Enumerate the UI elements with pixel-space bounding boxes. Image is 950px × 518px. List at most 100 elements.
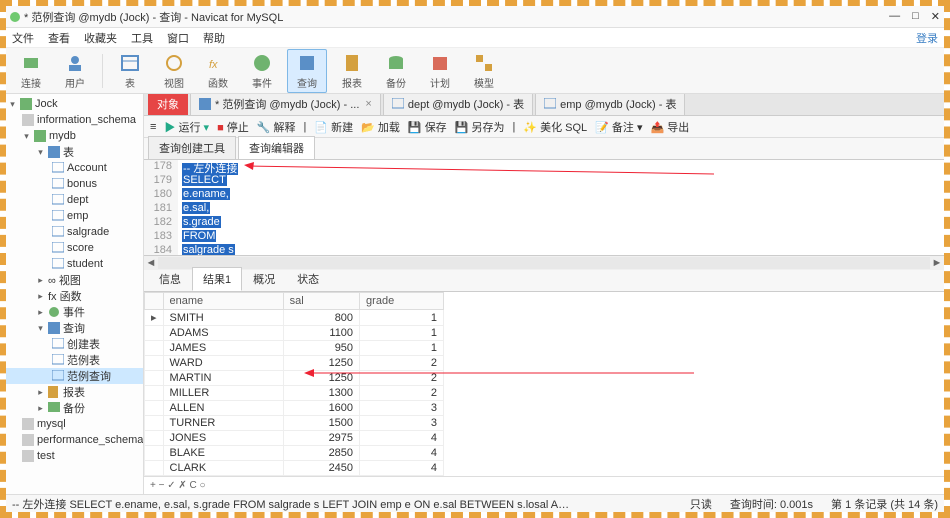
explain-button[interactable]: 🔧 解释: [257, 119, 296, 135]
query-item-icon: [52, 354, 64, 366]
col-ename[interactable]: ename: [163, 293, 283, 310]
tree-table[interactable]: bonus: [67, 178, 97, 190]
subtab-builder[interactable]: 查询创建工具: [148, 136, 236, 159]
query-icon: [199, 98, 211, 110]
sql-editor[interactable]: 178-- 左外连接179SELECT180 e.ename,181 e.sal…: [144, 160, 944, 256]
tree-server[interactable]: Jock: [35, 98, 58, 110]
table-row[interactable]: MILLER13002: [145, 386, 444, 401]
load-button[interactable]: 📂 加载: [361, 119, 400, 135]
table-icon: [392, 98, 404, 110]
tree-events[interactable]: 事件: [63, 304, 85, 320]
tree-db-perf[interactable]: performance_schema: [37, 434, 143, 446]
login-link[interactable]: 登录: [916, 30, 938, 46]
tree-table[interactable]: dept: [67, 194, 88, 206]
export-button[interactable]: 📤 导出: [651, 119, 690, 135]
plan-button[interactable]: 计划: [421, 50, 459, 92]
table-row[interactable]: JONES29754: [145, 431, 444, 446]
editor-subtabs: 查询创建工具 查询编辑器: [144, 138, 944, 160]
table-row[interactable]: ▸SMITH8001: [145, 310, 444, 326]
menu-icon[interactable]: ≡: [150, 121, 156, 133]
tree-db-test[interactable]: test: [37, 450, 55, 462]
new-button[interactable]: 📄 新建: [314, 119, 353, 135]
table-row[interactable]: JAMES9501: [145, 341, 444, 356]
connection-tree[interactable]: ▾Jock information_schema ▾mydb ▾表 Accoun…: [6, 94, 144, 494]
table-row[interactable]: BLAKE28504: [145, 446, 444, 461]
tree-table[interactable]: emp: [67, 210, 88, 222]
tree-tables[interactable]: 表: [63, 144, 74, 160]
rtab-result[interactable]: 结果1: [192, 267, 242, 291]
rtab-status[interactable]: 状态: [286, 267, 330, 291]
tree-query-item[interactable]: 创建表: [67, 336, 100, 352]
tree-table[interactable]: Account: [67, 162, 107, 174]
minimize-button[interactable]: —: [889, 10, 900, 23]
save-button[interactable]: 💾 保存: [408, 119, 447, 135]
stop-button[interactable]: ■ 停止: [217, 119, 249, 135]
table-row[interactable]: ALLEN16003: [145, 401, 444, 416]
tree-backups[interactable]: 备份: [63, 400, 85, 416]
tab-dept[interactable]: dept @mydb (Jock) - 表: [383, 94, 533, 115]
beautify-button[interactable]: ✨ 美化 SQL: [523, 119, 587, 135]
tree-db-info[interactable]: information_schema: [37, 114, 136, 126]
tree-table[interactable]: student: [67, 258, 103, 270]
query-toolbar: ≡ ▶ 运行 ▾ ■ 停止 🔧 解释 | 📄 新建 📂 加载 💾 保存 💾 另存…: [144, 116, 944, 138]
function-button[interactable]: fx函数: [199, 50, 237, 92]
tab-emp[interactable]: emp @mydb (Jock) - 表: [535, 94, 685, 115]
backup-button[interactable]: 备份: [377, 50, 415, 92]
tree-functions[interactable]: fx 函数: [48, 288, 82, 304]
table-row[interactable]: ADAMS11001: [145, 326, 444, 341]
result-grid[interactable]: enamesalgrade ▸SMITH8001ADAMS11001JAMES9…: [144, 292, 944, 476]
query-button[interactable]: 查询: [287, 49, 327, 93]
table-row[interactable]: TURNER15003: [145, 416, 444, 431]
connect-button[interactable]: 连接: [12, 50, 50, 92]
menu-file[interactable]: 文件: [12, 30, 34, 46]
report-button[interactable]: 报表: [333, 50, 371, 92]
saveas-button[interactable]: 💾 另存为: [455, 119, 505, 135]
tree-db-mydb[interactable]: mydb: [49, 130, 76, 142]
user-icon: [64, 52, 86, 74]
document-tabs: 对象 * 范例查询 @mydb (Jock) - ...× dept @mydb…: [144, 94, 944, 116]
col-sal[interactable]: sal: [283, 293, 359, 310]
tree-db-mysql[interactable]: mysql: [37, 418, 66, 430]
grid-nav-bar[interactable]: + − ✓ ✗ C ○: [144, 476, 944, 494]
user-button[interactable]: 用户: [56, 50, 94, 92]
close-button[interactable]: ✕: [931, 10, 940, 23]
table-row[interactable]: MARTIN12502: [145, 371, 444, 386]
col-grade[interactable]: grade: [360, 293, 444, 310]
tree-views[interactable]: ∞ 视图: [48, 272, 81, 288]
view-icon: [163, 52, 185, 74]
notes-button[interactable]: 📝 备注 ▾: [595, 119, 642, 135]
table-row[interactable]: SCOTT30004: [145, 476, 444, 477]
plug-icon: [20, 52, 42, 74]
tree-query-item[interactable]: 范例表: [67, 352, 100, 368]
query-item-icon: [52, 370, 64, 382]
maximize-button[interactable]: □: [912, 10, 919, 23]
table-icon: [544, 98, 556, 110]
db-icon: [34, 130, 46, 142]
tab-query[interactable]: * 范例查询 @mydb (Jock) - ...×: [190, 94, 381, 115]
tree-table[interactable]: salgrade: [67, 226, 109, 238]
subtab-editor[interactable]: 查询编辑器: [238, 136, 315, 159]
tab-objects[interactable]: 对象: [148, 94, 188, 115]
rtab-info[interactable]: 信息: [148, 267, 192, 291]
table-button[interactable]: 表: [111, 50, 149, 92]
tree-queries[interactable]: 查询: [63, 320, 85, 336]
status-records: 第 1 条记录 (共 14 条): [831, 496, 938, 512]
menu-help[interactable]: 帮助: [203, 30, 225, 46]
model-button[interactable]: 模型: [465, 50, 503, 92]
menu-favorites[interactable]: 收藏夹: [84, 30, 117, 46]
query-icon: [296, 52, 318, 74]
view-button[interactable]: 视图: [155, 50, 193, 92]
menu-tools[interactable]: 工具: [131, 30, 153, 46]
close-icon[interactable]: ×: [365, 98, 371, 110]
tree-query-item[interactable]: 范例查询: [67, 368, 111, 384]
tree-reports[interactable]: 报表: [63, 384, 85, 400]
tree-table[interactable]: score: [67, 242, 94, 254]
table-row[interactable]: CLARK24504: [145, 461, 444, 476]
menu-window[interactable]: 窗口: [167, 30, 189, 46]
run-button[interactable]: ▶ 运行 ▾: [164, 119, 209, 135]
titlebar: * 范例查询 @mydb (Jock) - 查询 - Navicat for M…: [6, 6, 944, 28]
rtab-profile[interactable]: 概况: [242, 267, 286, 291]
table-row[interactable]: WARD12502: [145, 356, 444, 371]
menu-view[interactable]: 查看: [48, 30, 70, 46]
event-button[interactable]: 事件: [243, 50, 281, 92]
